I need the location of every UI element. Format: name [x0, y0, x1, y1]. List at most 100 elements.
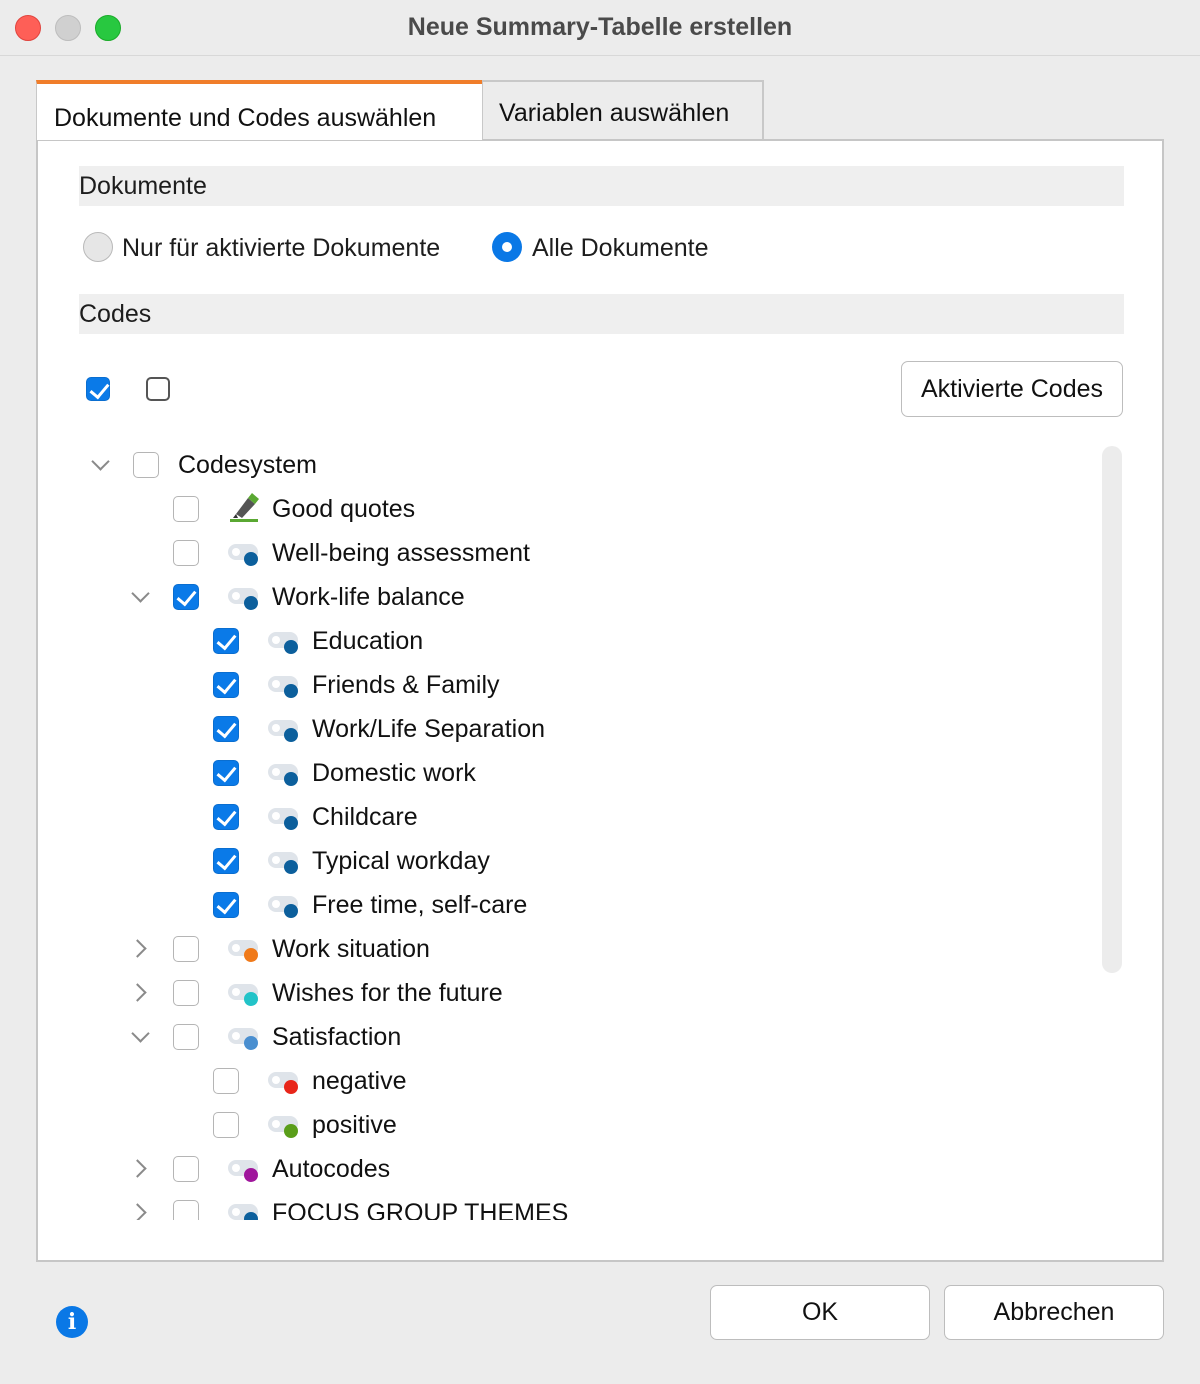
tree-item-checkbox[interactable]	[173, 1156, 199, 1182]
tree-row[interactable]: Childcare	[38, 794, 1098, 838]
tree-row[interactable]: FOCUS GROUP THEMES	[38, 1190, 1098, 1220]
tree-row[interactable]: Work/Life Separation	[38, 706, 1098, 750]
tree-item-checkbox[interactable]	[213, 760, 239, 786]
code-icon	[268, 628, 300, 654]
tree-item-label: Satisfaction	[272, 1023, 402, 1051]
tab-variables[interactable]: Variablen auswählen	[481, 80, 764, 140]
tree-row[interactable]: Wishes for the future	[38, 970, 1098, 1014]
tree-row[interactable]: Work situation	[38, 926, 1098, 970]
tree-row[interactable]: Good quotes	[38, 486, 1098, 530]
code-icon	[268, 848, 300, 874]
ok-button[interactable]: OK	[710, 1285, 930, 1340]
tree-item-checkbox[interactable]	[213, 848, 239, 874]
radio-all-documents-label[interactable]: Alle Dokumente	[532, 234, 708, 263]
tree-row[interactable]: negative	[38, 1058, 1098, 1102]
code-tree: Codesystem Good quotes Well-being assessme…	[38, 440, 1098, 1220]
tree-item-label: Good quotes	[272, 495, 416, 523]
tree-item-label: Codesystem	[178, 451, 317, 479]
chevron-right-icon[interactable]	[131, 982, 151, 1002]
tree-item-checkbox[interactable]	[213, 1112, 239, 1138]
codes-heading-label: Codes	[79, 300, 152, 328]
code-icon	[268, 716, 300, 742]
code-icon	[268, 672, 300, 698]
code-icon	[228, 1156, 260, 1182]
tree-item-checkbox[interactable]	[173, 936, 199, 962]
cancel-button[interactable]: Abbrechen	[944, 1285, 1164, 1340]
tree-row[interactable]: Typical workday	[38, 838, 1098, 882]
tree-item-checkbox[interactable]	[133, 452, 159, 478]
tree-item-label: Work situation	[272, 935, 430, 963]
tree-scrollbar[interactable]	[1102, 446, 1122, 973]
window-title: Neue Summary-Tabelle erstellen	[407, 13, 793, 41]
titlebar: Neue Summary-Tabelle erstellen	[0, 0, 1200, 56]
radio-activated-documents[interactable]	[83, 232, 113, 262]
chevron-right-icon[interactable]	[131, 1202, 151, 1220]
tree-item-label: Autocodes	[272, 1155, 391, 1183]
tree-row[interactable]: Education	[38, 618, 1098, 662]
dialog-window: Neue Summary-Tabelle erstellen Dokumente…	[0, 0, 1200, 1384]
tree-item-checkbox[interactable]	[213, 716, 239, 742]
tree-item-label: Well-being assessment	[272, 539, 530, 567]
tree-item-checkbox[interactable]	[173, 540, 199, 566]
tree-row[interactable]: Well-being assessment	[38, 530, 1098, 574]
tree-row[interactable]: Autocodes	[38, 1146, 1098, 1190]
chevron-down-icon[interactable]	[131, 587, 151, 607]
tree-row[interactable]: Satisfaction	[38, 1014, 1098, 1058]
tree-item-label: Typical workday	[312, 847, 490, 875]
documents-heading-label: Dokumente	[79, 172, 207, 200]
code-icon	[228, 584, 260, 610]
activated-codes-button[interactable]: Aktivierte Codes	[901, 361, 1123, 417]
code-icon	[228, 1024, 260, 1050]
tree-item-label: positive	[312, 1111, 397, 1139]
tree-item-label: Wishes for the future	[272, 979, 503, 1007]
deselect-all-checkbox[interactable]	[146, 377, 170, 401]
tree-item-checkbox[interactable]	[213, 804, 239, 830]
tab-label: Dokumente und Codes auswählen	[54, 104, 437, 132]
chevron-right-icon[interactable]	[131, 1158, 151, 1178]
tree-item-checkbox[interactable]	[173, 1024, 199, 1050]
tree-item-label: FOCUS GROUP THEMES	[272, 1199, 569, 1220]
tree-item-checkbox[interactable]	[213, 892, 239, 918]
tree-item-label: Work-life balance	[272, 583, 465, 611]
tab-documents-codes[interactable]: Dokumente und Codes auswählen	[36, 80, 482, 140]
code-icon	[228, 540, 260, 566]
tree-item-label: Education	[312, 627, 424, 655]
tree-row[interactable]: Domestic work	[38, 750, 1098, 794]
tree-item-checkbox[interactable]	[213, 672, 239, 698]
tree-row[interactable]: Work-life balance	[38, 574, 1098, 618]
code-icon	[228, 980, 260, 1006]
code-icon	[268, 892, 300, 918]
tree-item-label: Free time, self-care	[312, 891, 528, 919]
code-icon	[268, 1112, 300, 1138]
tree-item-checkbox[interactable]	[213, 1068, 239, 1094]
code-icon	[268, 1068, 300, 1094]
codes-section-heading: Codes	[79, 294, 1124, 334]
tree-item-label: Work/Life Separation	[312, 715, 545, 743]
tree-item-label: Friends & Family	[312, 671, 500, 699]
radio-activated-documents-label[interactable]: Nur für aktivierte Dokumente	[122, 234, 440, 263]
code-icon	[228, 1200, 260, 1220]
info-icon[interactable]: i	[56, 1306, 88, 1338]
tree-item-checkbox[interactable]	[213, 628, 239, 654]
tree-row[interactable]: Free time, self-care	[38, 882, 1098, 926]
chevron-down-icon[interactable]	[91, 455, 111, 475]
radio-all-documents[interactable]	[492, 232, 522, 262]
tab-label: Variablen auswählen	[499, 99, 730, 127]
code-icon	[268, 804, 300, 830]
tree-item-label: Childcare	[312, 803, 418, 831]
tree-item-checkbox[interactable]	[173, 584, 199, 610]
documents-section-heading: Dokumente	[79, 166, 1124, 206]
select-all-checkbox[interactable]	[86, 377, 110, 401]
tree-item-checkbox[interactable]	[173, 496, 199, 522]
tree-item-label: Domestic work	[312, 759, 476, 787]
chevron-right-icon[interactable]	[131, 938, 151, 958]
tree-item-checkbox[interactable]	[173, 980, 199, 1006]
tree-row[interactable]: Codesystem	[38, 442, 1098, 486]
chevron-down-icon[interactable]	[131, 1027, 151, 1047]
highlighter-icon	[228, 492, 260, 524]
tree-item-checkbox[interactable]	[173, 1200, 199, 1220]
tree-item-label: negative	[312, 1067, 407, 1095]
tree-row[interactable]: positive	[38, 1102, 1098, 1146]
tree-row[interactable]: Friends & Family	[38, 662, 1098, 706]
code-icon	[228, 936, 260, 962]
